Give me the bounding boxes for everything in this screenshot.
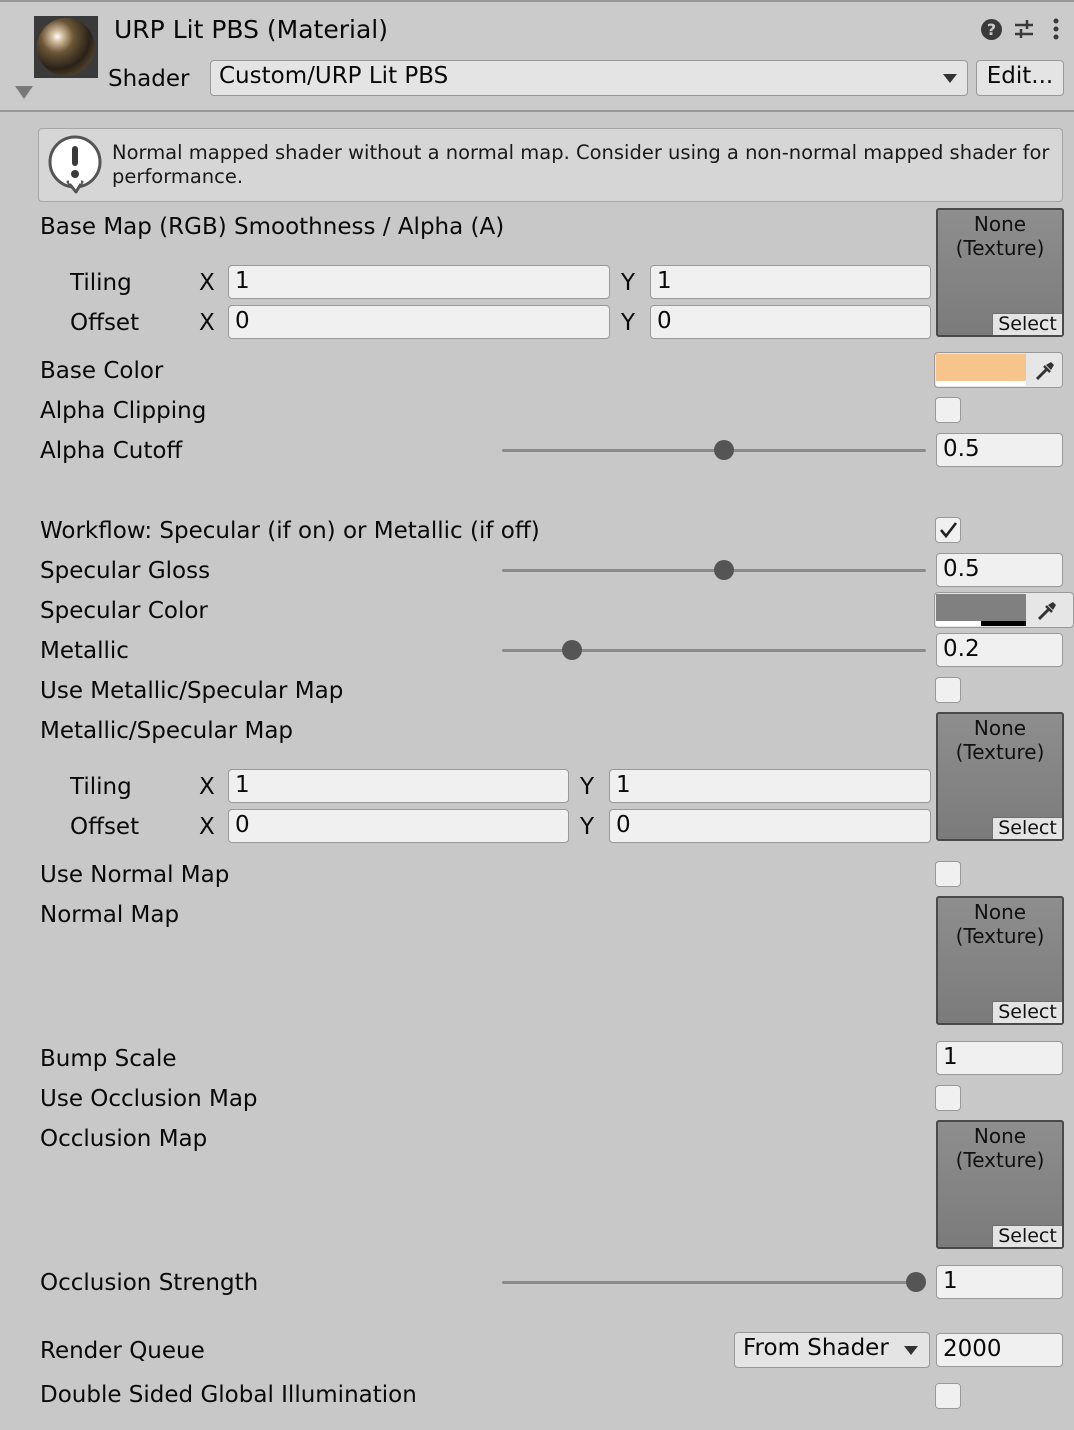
shader-dropdown[interactable]: Custom/URP Lit PBS [210, 60, 968, 96]
occlusion-strength-label: Occlusion Strength [40, 1270, 259, 1296]
render-queue-mode-dropdown[interactable]: From Shader [734, 1332, 930, 1368]
texture-select-button[interactable]: Select [992, 313, 1062, 335]
foldout-arrow-icon[interactable] [15, 86, 33, 99]
base-map-offset-y-label: Y [621, 310, 636, 336]
render-queue-label: Render Queue [40, 1338, 205, 1364]
occlusion-map-label: Occlusion Map [40, 1126, 208, 1152]
occlusion-strength-field[interactable]: 1 [936, 1265, 1063, 1299]
shader-label: Shader [108, 66, 190, 92]
alpha-cutoff-label: Alpha Cutoff [40, 438, 183, 464]
metallic-map-tiling-x-field[interactable]: 1 [228, 769, 569, 803]
metallic-slider-thumb[interactable] [562, 640, 582, 660]
double-sided-gi-checkbox[interactable] [935, 1383, 961, 1409]
occlusion-map-texture-slot[interactable]: None (Texture) Select [936, 1120, 1064, 1249]
base-color-label: Base Color [40, 358, 164, 384]
occlusion-strength-slider-thumb[interactable] [906, 1272, 926, 1292]
base-map-tiling-y-field[interactable]: 1 [650, 265, 931, 299]
texture-name: None (Texture) [955, 900, 1045, 948]
specular-gloss-field[interactable]: 0.5 [936, 553, 1063, 587]
specular-color-field[interactable] [934, 592, 1074, 628]
base-map-tiling-x-field[interactable]: 1 [228, 265, 610, 299]
metallic-field[interactable]: 0.2 [936, 633, 1063, 667]
base-map-offset-x-label: X [199, 310, 215, 336]
base-color-field[interactable] [934, 352, 1063, 388]
base-color-swatch [936, 354, 1026, 381]
eyedropper-icon[interactable] [1035, 599, 1059, 623]
specular-color-alpha-bar [936, 621, 981, 626]
use-metallic-map-checkbox[interactable] [935, 677, 961, 703]
metallic-map-tiling-label: Tiling [70, 774, 132, 800]
base-map-texture-slot[interactable]: None (Texture) Select [936, 208, 1064, 337]
specular-gloss-label: Specular Gloss [40, 558, 211, 584]
texture-name: None (Texture) [955, 212, 1045, 260]
eyedropper-icon[interactable] [1033, 359, 1057, 383]
metallic-map-offset-x-label: X [199, 814, 215, 840]
use-metallic-map-label: Use Metallic/Specular Map [40, 678, 344, 704]
texture-name: None (Texture) [955, 1124, 1045, 1172]
base-map-tiling-y-label: Y [621, 270, 636, 296]
render-queue-field[interactable]: 2000 [936, 1333, 1063, 1367]
specular-color-label: Specular Color [40, 598, 208, 624]
warning-icon [46, 134, 104, 194]
chevron-down-icon [943, 74, 957, 83]
base-map-offset-y-field[interactable]: 0 [650, 305, 931, 339]
chevron-down-icon [904, 1346, 918, 1355]
base-map-offset-x-field[interactable]: 0 [228, 305, 610, 339]
more-options-icon[interactable] [1052, 18, 1060, 40]
edit-shader-button[interactable]: Edit... [976, 60, 1064, 96]
base-map-offset-label: Offset [70, 310, 140, 336]
render-queue-mode-value: From Shader [743, 1335, 889, 1361]
use-occlusion-map-checkbox[interactable] [935, 1085, 961, 1111]
use-normal-map-checkbox[interactable] [935, 861, 961, 887]
double-sided-gi-label: Double Sided Global Illumination [40, 1382, 417, 1408]
workflow-checkbox[interactable] [935, 517, 961, 543]
warning-text: Normal mapped shader without a normal ma… [112, 141, 1050, 188]
metallic-map-tiling-y-label: Y [580, 774, 595, 800]
specular-gloss-slider-thumb[interactable] [714, 560, 734, 580]
base-map-label: Base Map (RGB) Smoothness / Alpha (A) [40, 214, 505, 240]
specular-color-swatch [936, 594, 1026, 621]
checkmark-icon [940, 522, 958, 539]
base-color-alpha-bar [936, 381, 1026, 386]
material-preview-icon [34, 16, 98, 78]
presets-icon[interactable] [1013, 18, 1035, 40]
alpha-clipping-label: Alpha Clipping [40, 398, 207, 424]
edit-shader-label: Edit... [986, 63, 1054, 89]
bump-scale-label: Bump Scale [40, 1046, 177, 1072]
shader-dropdown-value: Custom/URP Lit PBS [219, 63, 449, 89]
metallic-label: Metallic [40, 638, 129, 664]
texture-select-button[interactable]: Select [992, 1001, 1062, 1023]
metallic-map-tiling-y-field[interactable]: 1 [609, 769, 931, 803]
metallic-map-label: Metallic/Specular Map [40, 718, 294, 744]
alpha-clipping-checkbox[interactable] [935, 397, 961, 423]
use-normal-map-label: Use Normal Map [40, 862, 230, 888]
metallic-map-offset-y-label: Y [580, 814, 595, 840]
texture-select-button[interactable]: Select [992, 1225, 1062, 1247]
metallic-map-offset-y-field[interactable]: 0 [609, 809, 931, 843]
texture-select-button[interactable]: Select [992, 817, 1062, 839]
occlusion-strength-slider-track[interactable] [502, 1281, 926, 1284]
normal-map-texture-slot[interactable]: None (Texture) Select [936, 896, 1064, 1025]
normal-map-label: Normal Map [40, 902, 180, 928]
metallic-map-texture-slot[interactable]: None (Texture) Select [936, 712, 1064, 841]
bump-scale-field[interactable]: 1 [936, 1041, 1063, 1075]
alpha-cutoff-slider-thumb[interactable] [714, 440, 734, 460]
specular-color-alpha-fill [981, 621, 1026, 626]
metallic-map-tiling-x-label: X [199, 774, 215, 800]
material-title: URP Lit PBS (Material) [114, 15, 388, 44]
base-map-tiling-label: Tiling [70, 270, 132, 296]
metallic-map-offset-x-field[interactable]: 0 [228, 809, 569, 843]
help-icon[interactable]: ? [981, 19, 1002, 40]
texture-name: None (Texture) [955, 716, 1045, 764]
metallic-map-offset-label: Offset [70, 814, 140, 840]
alpha-cutoff-field[interactable]: 0.5 [936, 433, 1063, 467]
use-occlusion-map-label: Use Occlusion Map [40, 1086, 258, 1112]
base-map-tiling-x-label: X [199, 270, 215, 296]
workflow-label: Workflow: Specular (if on) or Metallic (… [40, 518, 540, 544]
